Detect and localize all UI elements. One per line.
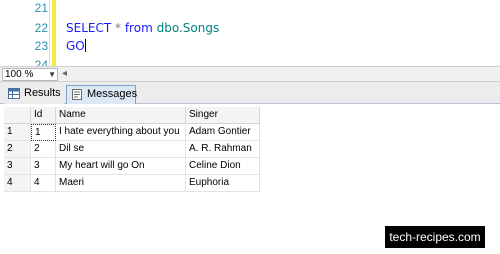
messages-icon (72, 89, 82, 100)
code-text: GO (66, 37, 86, 55)
watermark: tech-recipes.com (385, 226, 485, 248)
chevron-down-icon[interactable]: ▼ (48, 69, 56, 80)
zoom-select[interactable]: 100 % ▼ (2, 68, 58, 81)
editor-line: 21 (0, 0, 500, 17)
line-number: 21 (34, 1, 48, 15)
zoom-value: 100 % (5, 69, 34, 80)
line-number: 23 (34, 39, 48, 53)
tab-messages-label: Messages (87, 88, 138, 100)
keyword-go: GO (66, 39, 85, 53)
editor-status-bar: 100 % ▼ ◂ (0, 66, 500, 82)
name-cell[interactable]: Dil se (56, 141, 186, 158)
name-cell[interactable]: Maeri (56, 175, 186, 192)
keyword-select: SELECT (66, 21, 112, 35)
row-number[interactable]: 3 (4, 158, 31, 175)
results-grid-icon (8, 88, 20, 99)
singer-cell[interactable]: Adam Gontier (186, 124, 260, 141)
column-header[interactable]: Singer (186, 107, 260, 124)
singer-cell[interactable]: Celine Dion (186, 158, 260, 175)
id-cell[interactable]: 4 (31, 175, 56, 192)
sql-editor[interactable]: 21 22 SELECT * from dbo.Songs 23 GO 24 (0, 0, 500, 72)
singer-cell[interactable]: A. R. Rahman (186, 141, 260, 158)
editor-line: 22 SELECT * from dbo.Songs (0, 19, 500, 37)
id-cell[interactable]: 3 (31, 158, 56, 175)
column-header[interactable]: Name (56, 107, 186, 124)
star-token: * (111, 21, 125, 35)
name-cell[interactable]: I hate everything about you (56, 124, 186, 141)
row-number[interactable]: 1 (4, 124, 31, 141)
name-cell[interactable]: My heart will go On (56, 158, 186, 175)
id-cell[interactable]: 2 (31, 141, 56, 158)
table-name-token: dbo.Songs (152, 21, 220, 35)
scroll-left-icon[interactable]: ◂ (62, 68, 67, 79)
tab-results-label: Results (24, 87, 61, 99)
tab-results[interactable]: Results (4, 85, 64, 104)
keyword-from: from (124, 21, 153, 35)
results-tab-strip: Results Messages (0, 82, 500, 104)
line-number: 22 (34, 21, 48, 35)
text-caret (84, 39, 86, 52)
id-cell[interactable]: 1 (31, 124, 56, 141)
row-number[interactable]: 2 (4, 141, 31, 158)
tab-messages[interactable]: Messages (66, 85, 138, 104)
column-header[interactable]: Id (31, 107, 56, 124)
corner-cell[interactable] (4, 107, 31, 124)
code-text: SELECT * from dbo.Songs (66, 19, 219, 37)
singer-cell[interactable]: Euphoria (186, 175, 260, 192)
editor-line: 23 GO (0, 37, 500, 55)
row-number[interactable]: 4 (4, 175, 31, 192)
